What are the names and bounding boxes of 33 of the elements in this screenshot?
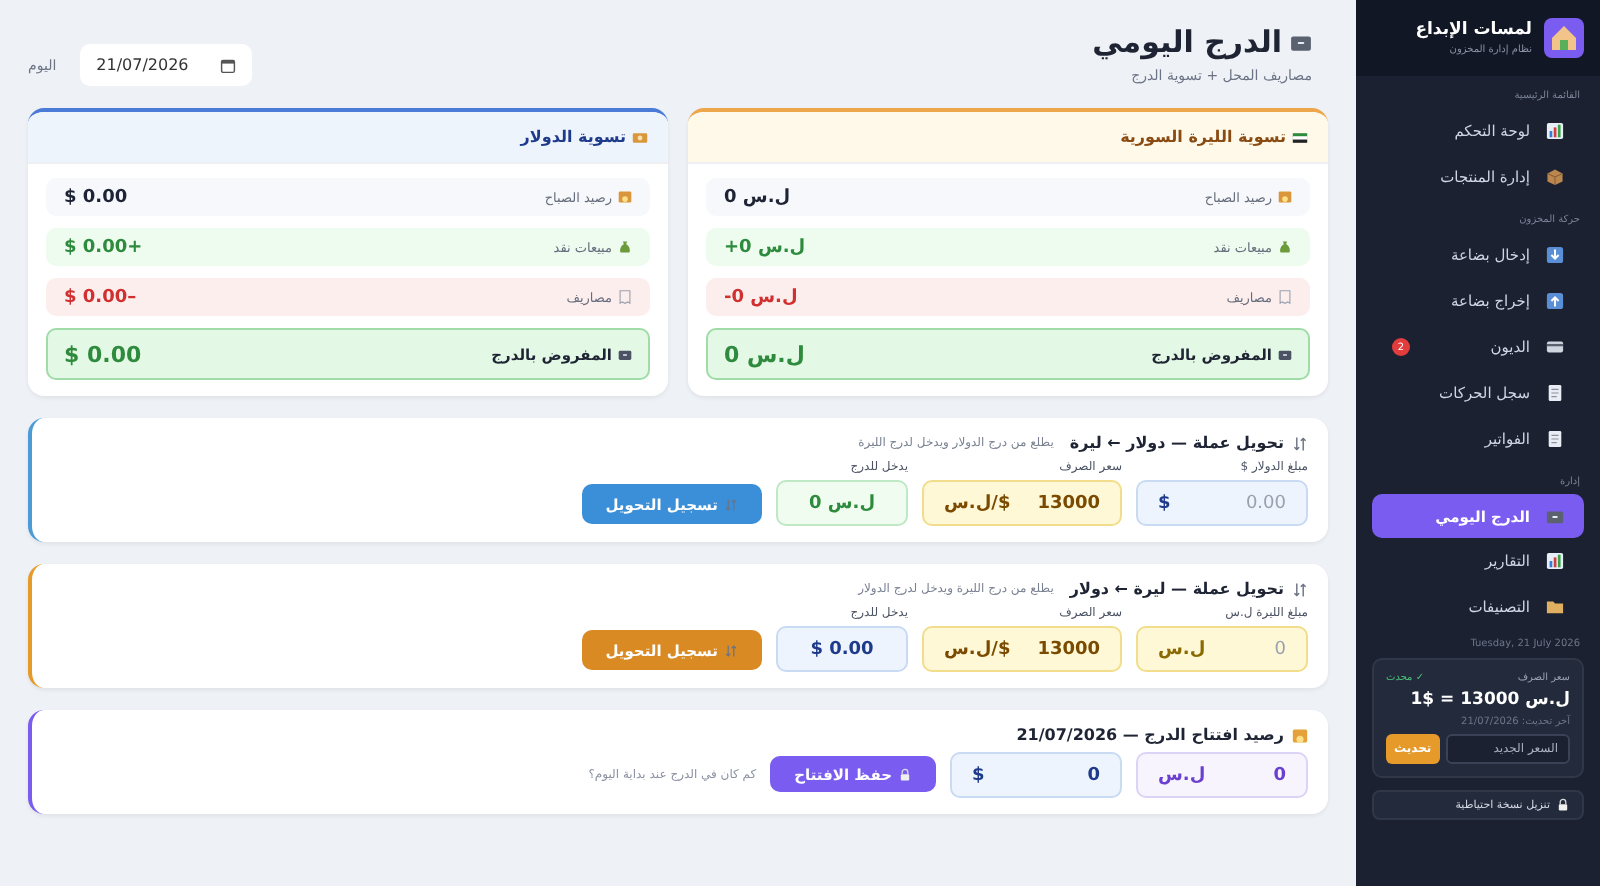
brand-name: لمسات الإبداع xyxy=(1415,20,1532,40)
row-value: $ 0.00+ xyxy=(64,237,143,257)
card-title: تسوية الدولار xyxy=(520,128,648,146)
card-title: تسوية الليرة السورية xyxy=(1120,128,1308,146)
currency-unit: $ xyxy=(1158,493,1171,513)
currency-unit: ل.س/$ xyxy=(944,493,1011,513)
amount-input[interactable]: 0 xyxy=(1215,639,1286,659)
row-value: $ 0.00 xyxy=(64,187,128,207)
card-title: تحويل عملة — ليرة ← دولار xyxy=(1069,580,1308,598)
result-field: $ 0.00 xyxy=(776,626,908,672)
card-title: تحويل عملة — دولار ← ليرة xyxy=(1069,434,1308,452)
card-title: رصيد افتتاح الدرج — 21/07/2026 xyxy=(1016,726,1308,744)
row-value: +0 ل.س xyxy=(724,237,806,257)
row-value: -0 ل.س xyxy=(724,287,798,307)
amount-input[interactable]: 0 xyxy=(994,765,1100,785)
rate-input[interactable]: 13000 xyxy=(1020,639,1100,659)
page-title: الدرج اليومي xyxy=(1092,24,1312,60)
currency-unit: $ xyxy=(972,765,985,785)
amount-field[interactable]: 0.00 $ xyxy=(1136,480,1308,526)
amount-input[interactable]: 0 xyxy=(1215,765,1286,785)
amount-input[interactable]: 0.00 xyxy=(1180,493,1286,513)
row-value: $ 0.00– xyxy=(64,287,137,307)
row-value: 0 ل.س xyxy=(724,187,791,207)
amount-field[interactable]: 0 $ xyxy=(950,752,1122,798)
currency-unit: ل.س xyxy=(1158,765,1206,785)
rate-input[interactable]: 13000 xyxy=(1020,493,1100,513)
row-value: 0 ل.س xyxy=(724,341,805,367)
date-field[interactable]: 21/07/2026 xyxy=(80,44,253,86)
row-value: $ 0.00 xyxy=(64,341,142,367)
currency-unit: ل.س xyxy=(1158,639,1206,659)
currency-unit: ل.س/$ xyxy=(944,639,1011,659)
result-field: 0 ل.س xyxy=(776,480,908,526)
rate-value: 1$ = 13000 ل.س xyxy=(1408,690,1570,710)
